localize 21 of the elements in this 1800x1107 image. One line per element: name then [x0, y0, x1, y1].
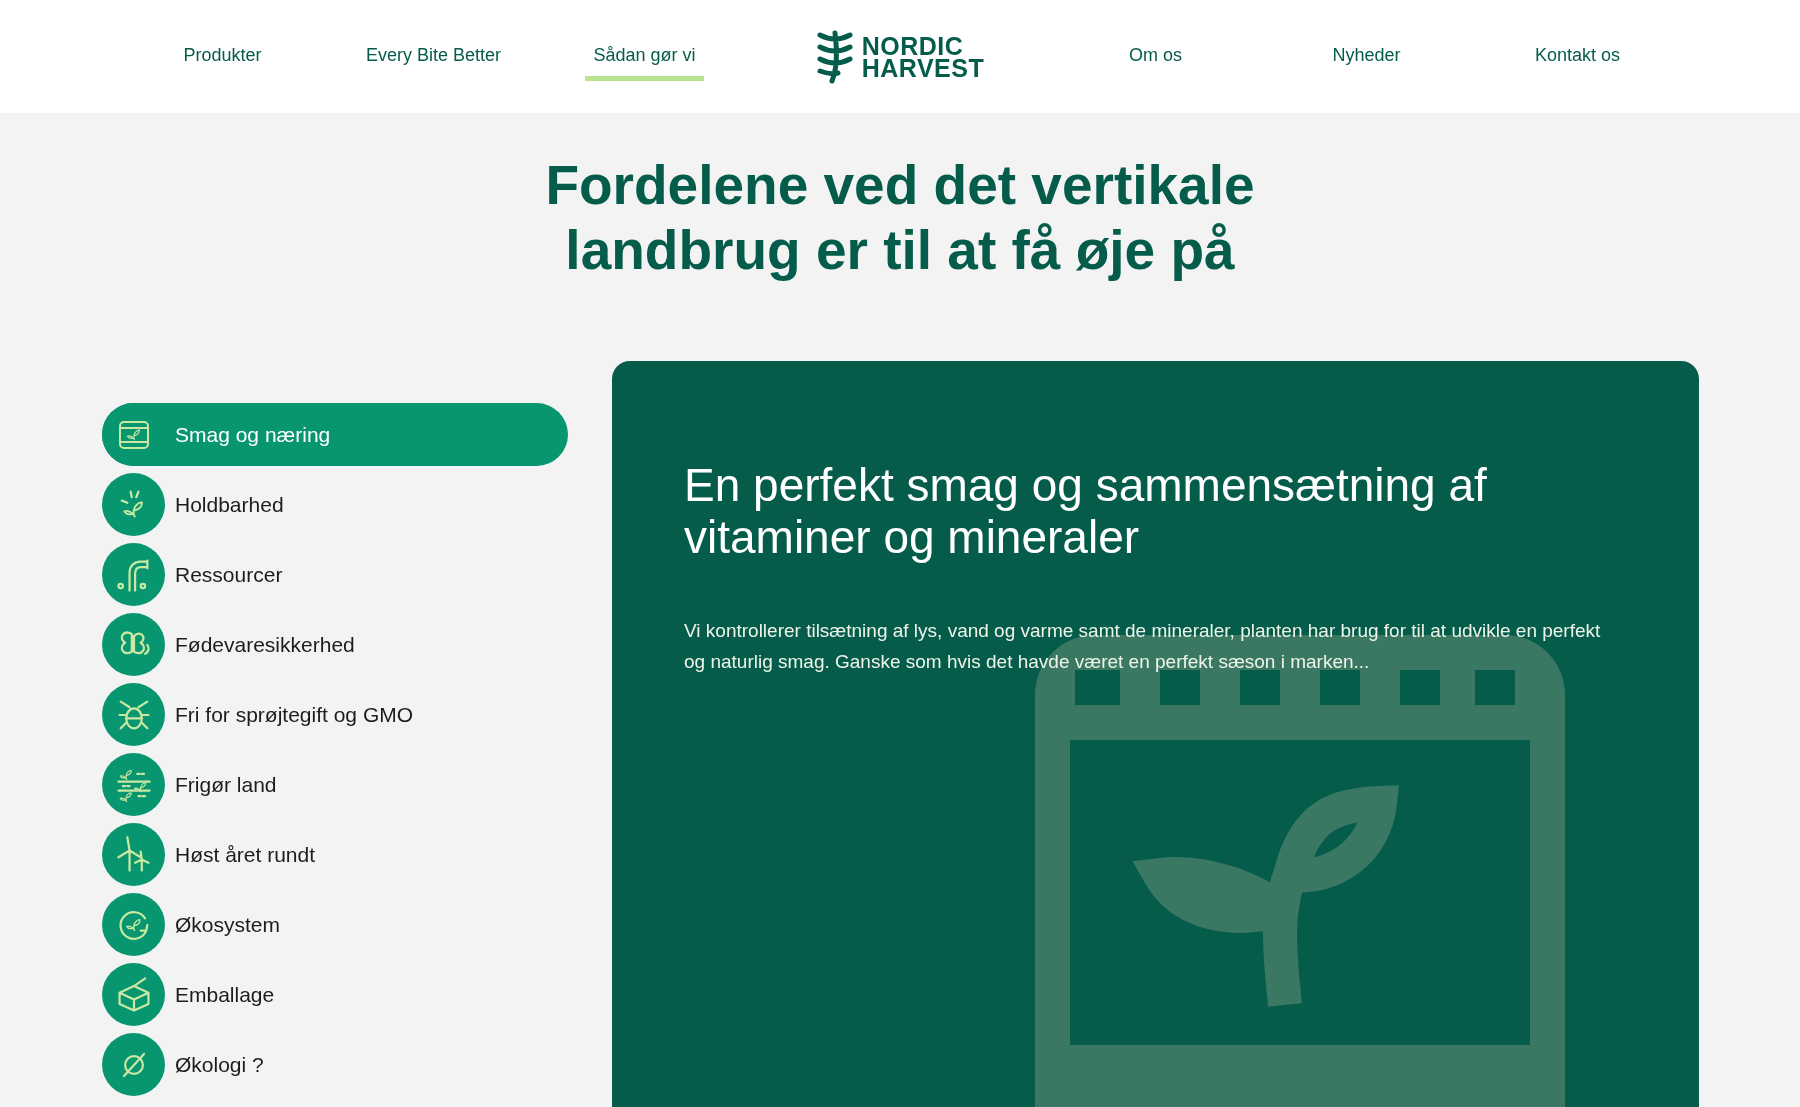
topic-tab[interactable]: Smag og næring: [102, 403, 568, 466]
topic-heading: En perfekt smag og sammensætning af vitaminer og mineraler: [684, 459, 1488, 563]
logo-text[interactable]: NORDIC HARVEST: [861, 34, 985, 79]
topic-tab[interactable]: Ressourcer: [102, 543, 568, 606]
topic-tab[interactable]: Økosystem: [102, 893, 568, 956]
page-title: Fordelene ved det vertikale landbrug er til at få øje på: [544, 153, 1256, 283]
nav-link[interactable]: Nyheder: [1324, 37, 1409, 81]
topic-tab[interactable]: Økologi ?: [102, 1033, 568, 1096]
nav-link[interactable]: Sådan gør vi: [585, 37, 704, 81]
wheat-logo-icon: [815, 28, 854, 85]
nav-link[interactable]: Produkter: [175, 37, 270, 81]
topic-tab[interactable]: Frigør land: [102, 753, 568, 816]
topic-tab[interactable]: Holdbarhed: [102, 473, 568, 536]
nav-link[interactable]: Kontakt os: [1526, 37, 1629, 81]
topic-tab[interactable]: Emballage: [102, 963, 568, 1026]
nav-link[interactable]: Every Bite Better: [357, 37, 510, 81]
topic-tab[interactable]: Fri for sprøjtegift og GMO: [102, 683, 568, 746]
topic-tab[interactable]: Høst året rundt: [102, 823, 568, 886]
nav-link[interactable]: Om os: [1121, 37, 1190, 81]
topic-tab[interactable]: Fødevaresikkerhed: [102, 613, 568, 676]
topic-description: Vi kontrollerer tilsætning af lys, vand og varme samt de mineraler, planten har brug for til at udvikle en perfekt og naturlig smag. Ganske som hvis det havde været en perfekt sæson i marken...: [684, 619, 1602, 674]
